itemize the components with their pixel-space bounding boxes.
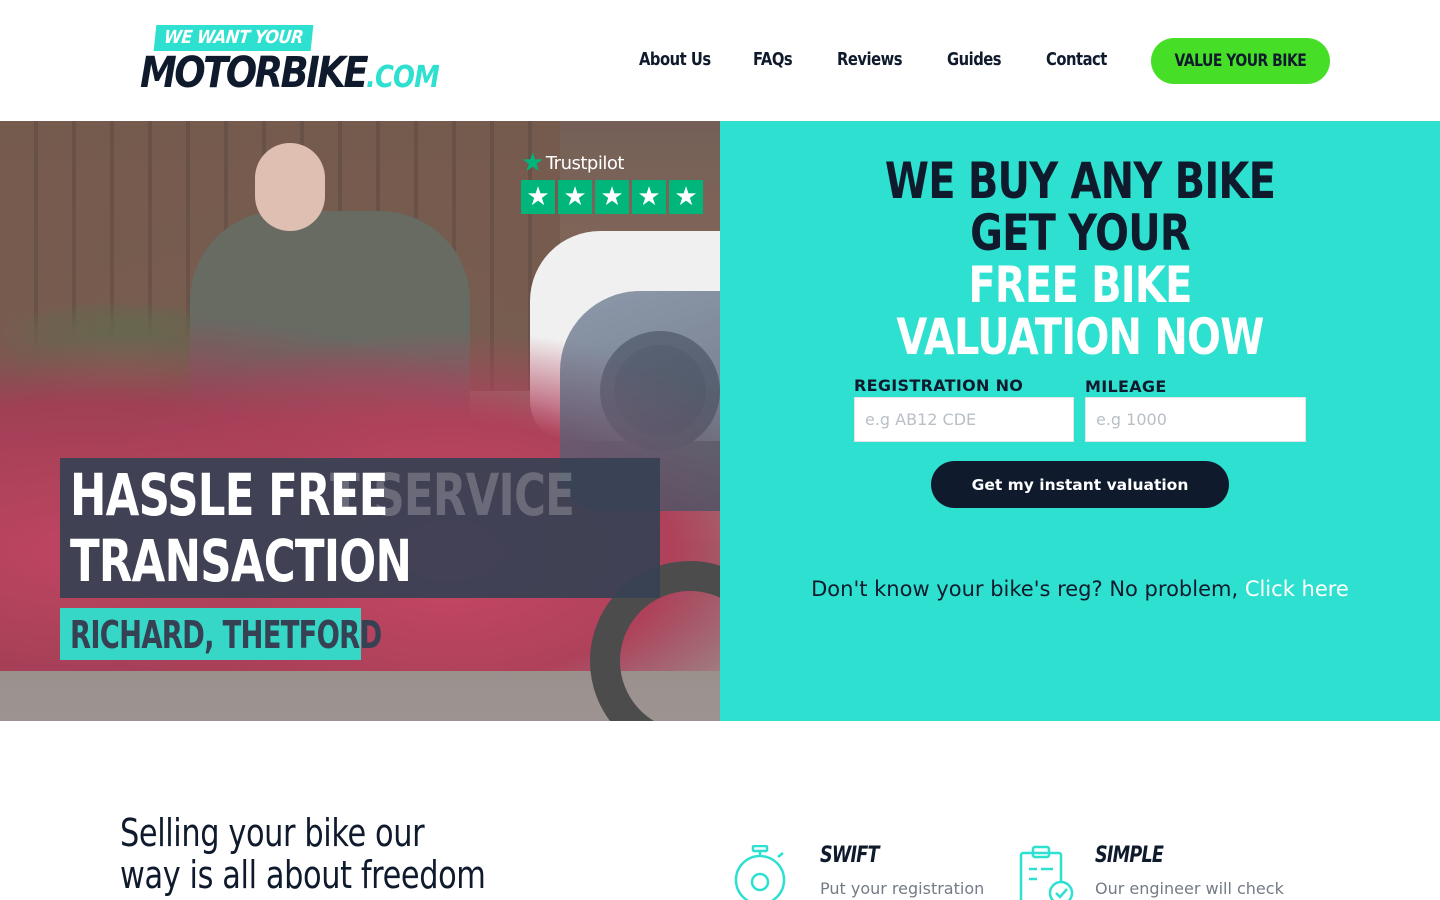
star-icon: ★ [558,180,592,214]
section-title-line-2: way is all about freedom [120,853,486,897]
trustpilot-name: Trustpilot [545,153,625,174]
registration-label: REGISTRATION NO [854,376,1024,395]
site-header: WE WANT YOUR MOTORBIKE.COM About Us FAQs… [0,0,1440,121]
star-icon: ★ [521,180,555,214]
testimonial-line-2: TRANSACTION [70,527,412,595]
testimonial-quote: T SERVICE HASSLE FREE TRANSACTION [60,458,660,598]
mileage-input[interactable] [1085,397,1306,442]
trustpilot-rating[interactable]: ★ Trustpilot ★ ★ ★ ★ ★ [521,146,705,216]
trustpilot-stars: ★ ★ ★ ★ ★ [521,180,703,214]
feature-simple-text: Our engineer will check [1095,879,1284,898]
section-title-line-1: Selling your bike our [120,811,425,855]
reg-help-text: Don't know your bike's reg? No problem, … [720,577,1440,601]
feature-simple-title: SIMPLE [1095,843,1164,868]
nav-about-us[interactable]: About Us [639,44,711,76]
reg-help-link[interactable]: Click here [1245,577,1349,601]
testimonial-author-name: RICHARD, THETFORD [70,613,382,657]
trustpilot-logo: ★ Trustpilot [521,146,625,178]
headline-line-1: WE BUY ANY BIKE [884,152,1276,210]
section-title: Selling your bike our way is all about f… [120,812,486,896]
nav-reviews[interactable]: Reviews [837,44,903,76]
headline-line-4: VALUATION NOW [896,308,1264,366]
logo-name: MOTORBIKE [140,48,369,98]
mileage-label: MILEAGE [1085,377,1167,396]
registration-input[interactable] [854,397,1074,442]
headline-line-2: GET YOUR [970,204,1191,262]
nav-faqs[interactable]: FAQs [753,44,793,76]
logo-wordmark: MOTORBIKE.COM [140,48,440,101]
feature-swift-text: Put your registration [820,879,985,898]
clipboard-check-icon [1019,845,1074,900]
site-logo[interactable]: WE WANT YOUR MOTORBIKE.COM [140,24,440,99]
hero-headline: WE BUY ANY BIKE GET YOUR FREE BIKE VALUA… [720,155,1440,363]
testimonial-author: RICHARD, THETFORD [60,608,382,660]
logo-suffix: .COM [366,60,440,95]
feature-swift-title: SWIFT [820,843,879,868]
valuation-panel: WE BUY ANY BIKE GET YOUR FREE BIKE VALUA… [720,121,1440,721]
testimonial-text: HASSLE FREE TRANSACTION [70,461,412,595]
instant-valuation-button[interactable]: Get my instant valuation [931,461,1229,508]
star-icon: ★ [669,180,703,214]
reg-help-message: Don't know your bike's reg? No problem, [811,577,1245,601]
hero-testimonial-image: ★ Trustpilot ★ ★ ★ ★ ★ T SERVICE HASSLE F… [0,121,720,721]
star-icon: ★ [632,180,666,214]
nav-guides[interactable]: Guides [947,44,1002,76]
trustpilot-star-icon: ★ [521,148,544,178]
stopwatch-icon [734,845,786,900]
testimonial-line-1: HASSLE FREE [70,461,389,529]
nav-contact[interactable]: Contact [1046,44,1107,76]
value-your-bike-button[interactable]: VALUE YOUR BIKE [1151,38,1330,84]
headline-line-3: FREE BIKE [968,256,1192,314]
star-icon: ★ [595,180,629,214]
value-your-bike-label: VALUE YOUR BIKE [1174,51,1307,71]
